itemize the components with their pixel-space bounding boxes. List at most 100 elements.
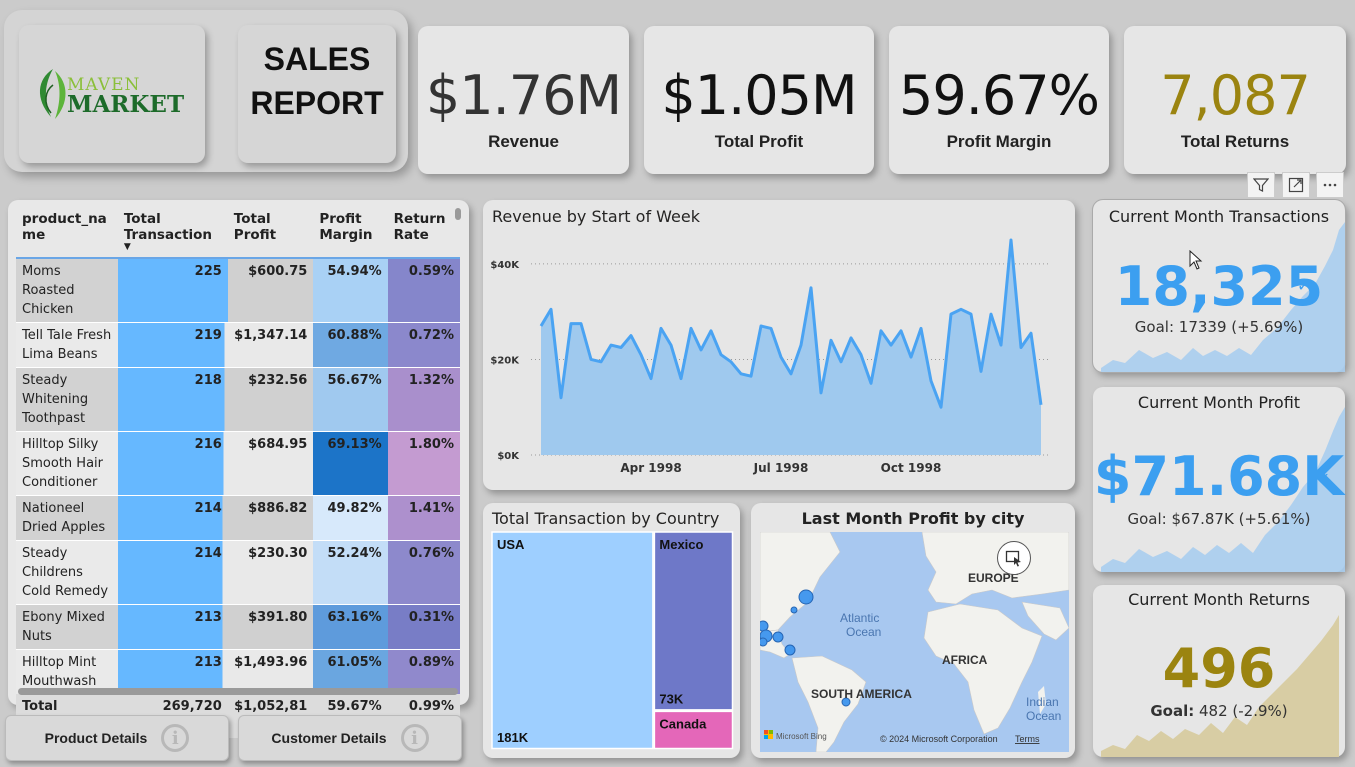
map-label-atlantic: Atlantic [840,611,879,625]
map-title: Last Month Profit by city [801,509,1025,528]
report-title-line1: SALES [263,41,371,77]
info-icon: i [161,724,190,752]
cell-product-name: Tell Tale Fresh Lima Beans [16,322,118,368]
kpi-profit-label: Total Profit [714,132,804,151]
table-row[interactable]: Moms Roasted Chicken 225 $600.75 54.94% 0.59… [16,258,460,323]
mouse-cursor-icon [1189,250,1203,270]
cell-product-name: Ebony Mixed Nuts [16,604,118,650]
treemap-canada-label: Canada [659,716,707,731]
cell-total-profit: $600.75 [227,258,314,323]
revenue-area-chart[interactable]: $0K $20K $40K Apr 1998 Jul 1998 Oct 1998 [483,200,1075,490]
map-provider: Microsoft Bing [776,732,827,741]
treemap-mexico-value: 73K [659,691,683,706]
header-total-transaction-label: Total Transaction [123,211,213,243]
product-details-button[interactable]: Product Details i [5,715,229,761]
sort-desc-icon: ▼ [123,242,131,252]
map-label-africa: AFRICA [942,653,988,667]
report-title-card: SALES REPORT [238,25,396,163]
map-label-indian: Indian [1026,695,1059,709]
map-label-ocean-2: Ocean [1026,709,1061,723]
cell-product-name: Nationeel Dried Apples [16,495,118,541]
customer-details-label: Customer Details [271,730,387,746]
cell-return-rate: 1.80% [387,431,460,496]
cell-total-transaction: 214 [117,540,228,605]
cm-transactions-goal: Goal: 17339 (+5.69%) [1134,318,1304,336]
treemap-usa-tile[interactable] [491,531,654,750]
cell-total-transaction: 213 [117,604,228,650]
cm-profit-value: $71.68K [1093,445,1345,508]
cell-total-transaction: 219 [117,322,228,368]
revenue-chart-card: Revenue by Start of Week $0K $20K $40K Apr … [483,200,1075,490]
filter-icon[interactable] [1247,172,1275,198]
report-title-line2: REPORT [250,85,384,121]
kpi-returns-label: Total Returns [1180,132,1290,151]
cell-return-rate: 0.31% [387,604,460,650]
y-tick-label: $0K [497,451,520,462]
treemap-mexico-label: Mexico [659,537,703,552]
kpi-profit-card: $1.05M Total Profit [644,26,874,174]
cell-total-transaction: 225 [117,258,228,323]
cell-return-rate: 1.41% [387,495,460,541]
horizontal-scrollbar[interactable] [18,688,458,695]
cell-profit-margin: 49.82% [313,495,388,541]
x-tick-label: Apr 1998 [620,461,681,475]
header-return-rate[interactable]: Return Rate [388,204,460,258]
cell-total-profit: $886.82 [227,495,314,541]
cell-total-transaction: 218 [117,367,228,432]
cm-transactions-card: Current Month Transactions 18,325 ✓ Goal… [1092,199,1346,373]
cell-profit-margin: 63.16% [313,604,388,650]
x-tick-label: Oct 1998 [881,461,942,475]
y-tick-label: $20K [490,355,520,366]
header-profit-margin[interactable]: Profit Margin [313,204,387,258]
cell-product-name: Hilltop Silky Smooth Hair Conditioner [16,431,118,496]
cell-profit-margin: 69.13% [313,431,388,496]
cm-returns-goal-value: 482 (-2.9%) [1199,702,1288,720]
treemap-mexico-tile[interactable] [653,531,734,711]
cell-product-name: Steady Whitening Toothpast [16,367,118,432]
more-options-icon[interactable] [1316,172,1344,198]
map-terms-link[interactable]: Terms [1015,734,1040,744]
focus-mode-icon[interactable] [1282,172,1310,198]
cm-profit-goal: Goal: $67.87K (+5.61%) [1127,510,1311,528]
cm-returns-title: Current Month Returns [1128,590,1310,609]
map-attribution: © 2024 Microsoft Corporation [880,734,998,744]
cell-profit-margin: 60.88% [313,322,388,368]
vertical-scrollbar[interactable] [455,208,461,220]
cell-total-transaction: 216 [117,431,228,496]
kpi-profit-value: $1.05M [661,64,857,127]
cell-return-rate: 0.72% [387,322,460,368]
map-select-tool-icon[interactable] [997,541,1031,575]
cm-profit-title: Current Month Profit [1137,393,1301,412]
info-icon: i [400,724,429,752]
country-treemap[interactable]: USA 181K Mexico 73K Canada [483,503,740,758]
cell-total-profit: $684.95 [227,431,314,496]
cm-returns-goal-label: Goal: [1150,702,1195,720]
country-treemap-card: Total Transaction by Country USA 181K Mexi… [483,503,740,758]
table-header-row: product_name Total Transaction ▼ Total Pr… [16,204,460,258]
cell-return-rate: 0.76% [387,540,460,605]
kpi-margin-card: 59.67% Profit Margin [889,26,1109,174]
treemap-usa-value: 181K [497,730,529,745]
kpi-returns-card: 7,087 Total Returns [1124,26,1346,174]
table-row[interactable]: Hilltop Silky Smooth Hair Conditioner 216… [16,431,460,496]
map-label-ocean: Ocean [846,625,881,639]
cell-profit-margin: 52.24% [313,540,388,605]
header-total-profit[interactable]: Total Profit [228,204,314,258]
table-row[interactable]: Ebony Mixed Nuts 213 $391.80 63.16% 0.31% [16,604,460,650]
header-total-transaction[interactable]: Total Transaction ▼ [118,204,228,258]
table-row[interactable]: Tell Tale Fresh Lima Beans 219 $1,347.14 60… [16,322,460,368]
cell-return-rate: 1.32% [387,367,460,432]
x-tick-label: Jul 1998 [753,461,809,475]
header-product-name[interactable]: product_name [16,204,118,258]
cell-product-name: Moms Roasted Chicken [16,258,118,323]
logo-market-text: MARKET [67,91,185,118]
table-row[interactable]: Steady Childrens Cold Remedy 214 $230.30 52… [16,540,460,605]
table-row[interactable]: Nationeel Dried Apples 214 $886.82 49.82% 1.… [16,495,460,541]
cm-returns-value: 496 [1162,637,1276,700]
kpi-revenue-label: Revenue [488,132,559,151]
customer-details-button[interactable]: Customer Details i [238,715,462,761]
kpi-margin-label: Profit Margin [946,132,1052,151]
table-row[interactable]: Steady Whitening Toothpast 218 $232.56 56.6… [16,367,460,432]
kpi-revenue-value: $1.76M [425,64,622,127]
product-table-card: product_name Total Transaction ▼ Total Pr… [8,200,469,738]
